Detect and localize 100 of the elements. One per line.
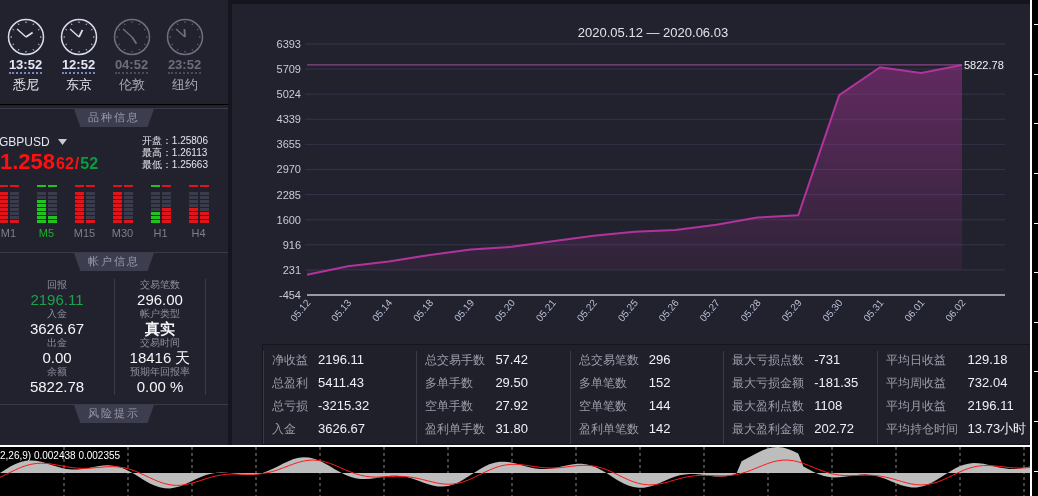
stat-value: 29.50 [495, 374, 529, 392]
stat-label: 多单手数 [425, 375, 475, 392]
stat-value: 296 [648, 351, 672, 369]
section-title: 品种信息 [74, 109, 154, 127]
stat-value: 129.18 [967, 351, 1009, 369]
stat-value: 152 [648, 374, 672, 392]
stat-value: 0.00 [42, 349, 72, 366]
stat-label: 入金 [47, 308, 67, 320]
y-axis-label: 5709 [276, 63, 301, 76]
stat-value: 142 [648, 420, 672, 438]
stat-label: 交易时间 [140, 337, 180, 349]
y-axis-label: 3655 [276, 138, 301, 151]
timeframe-tab[interactable]: M15 [73, 227, 96, 239]
timeframe-tab[interactable]: M5 [38, 227, 55, 239]
stat-value: 1108 [814, 397, 844, 415]
stat-value: 57.42 [495, 351, 529, 369]
stat-value: 296.00 [137, 291, 183, 308]
dropdown-caret-icon[interactable] [57, 139, 67, 145]
clock-time: 12:52 [61, 58, 96, 74]
quote-text: 最低：1.25663 [141, 159, 208, 171]
stat-label: 帐户类型 [140, 308, 180, 320]
stat-value: 27.92 [495, 397, 529, 415]
price-separator: / [74, 155, 80, 173]
stat-value: -3215.32 [318, 397, 371, 415]
stat-label: 余额 [47, 366, 67, 378]
stat-label: 净收益 [272, 352, 308, 369]
stat-label: 最大亏损点数 [732, 352, 805, 369]
ask-digits: 52 [80, 155, 99, 173]
bid-digits: 62 [56, 155, 74, 173]
chart-title: 2020.05.12 — 2020.06.03 [577, 25, 729, 40]
timeframe-tab[interactable]: M1 [0, 227, 17, 239]
symbol-name[interactable]: GBPUSD [0, 135, 50, 149]
stat-label: 预期年回报率 [130, 366, 190, 378]
stat-value: 2196.11 [318, 351, 366, 369]
clock-icon [165, 18, 204, 56]
timeframe-tab[interactable]: H4 [191, 227, 206, 239]
stat-label: 最大盈利金额 [732, 421, 805, 438]
stat-value: 3626.67 [29, 320, 85, 337]
stat-label: 出金 [47, 337, 67, 349]
stat-value: 5822.78 [29, 378, 85, 395]
y-axis-label: 2285 [276, 188, 301, 201]
section-title: 帐户信息 [74, 253, 154, 271]
price-main: 1.258 [0, 149, 56, 175]
stat-value: 732.04 [967, 374, 1009, 392]
stat-value: 13.73小时 [967, 420, 1028, 438]
clock-time: 23:52 [167, 58, 202, 74]
stat-label: 最大盈利点数 [732, 398, 805, 415]
stat-label: 入金 [272, 421, 297, 438]
y-axis-label: -454 [278, 289, 301, 301]
city-name: 纽约 [171, 76, 198, 94]
stat-value: 2196.11 [967, 397, 1015, 415]
clock-icon [59, 18, 98, 56]
clock-icon [112, 18, 151, 56]
stat-label: 盈利单笔数 [578, 421, 639, 438]
stat-label: 总交易笔数 [578, 352, 639, 369]
city-name: 悉尼 [12, 76, 39, 94]
city-name: 东京 [65, 76, 92, 94]
stat-label: 盈利单手数 [425, 421, 486, 438]
y-axis-label: 231 [282, 263, 301, 276]
stat-label: 交易笔数 [140, 279, 180, 291]
y-axis-label: 6393 [276, 38, 301, 50]
y-axis-label: 2970 [276, 163, 301, 176]
stat-label: 回报 [47, 279, 67, 291]
city-name: 伦敦 [118, 76, 145, 94]
stat-value: 2196.11 [30, 291, 84, 308]
stat-value: 3626.67 [318, 420, 366, 438]
clock-time: 13:52 [8, 58, 43, 74]
quote-text: 最高：1.26113 [141, 147, 208, 159]
stat-label: 总亏损 [272, 398, 308, 415]
y-axis-label: 5024 [276, 88, 301, 101]
stat-value: 0.00 % [136, 378, 184, 395]
stat-label: 空单笔数 [578, 398, 628, 415]
stat-value: 5411.43 [318, 374, 366, 392]
section-title: 风险提示 [74, 405, 154, 423]
stat-value: -181.35 [814, 374, 860, 392]
clock-icon [6, 18, 45, 56]
y-axis-label: 1600 [276, 213, 301, 226]
quote-text: 开盘：1.25806 [141, 135, 208, 147]
stat-value: 31.80 [495, 420, 529, 438]
stat-value: -731 [814, 351, 842, 369]
stat-label: 平均月收益 [885, 398, 947, 415]
stat-value: 真实 [145, 320, 175, 337]
y-axis-label: 4339 [276, 113, 301, 126]
indicator-label: 2,26,9) 0.002438 0.002355 [0, 450, 121, 461]
timeframe-tab[interactable]: H1 [153, 227, 168, 239]
clock-time: 04:52 [114, 58, 149, 74]
stat-label: 总盈利 [272, 375, 308, 392]
value-label: 5822.78 [964, 58, 1004, 71]
stat-value: 144 [648, 397, 672, 415]
y-axis-label: 916 [282, 238, 301, 251]
stat-label: 空单手数 [425, 398, 475, 415]
stat-label: 总交易手数 [425, 352, 486, 369]
stat-label: 平均持仓时间 [885, 421, 958, 438]
stat-value: 18416 天 [129, 349, 191, 366]
stat-label: 平均日收益 [885, 352, 947, 369]
stat-value: 202.72 [814, 420, 855, 438]
timeframe-tab[interactable]: M30 [111, 227, 134, 239]
stat-label: 平均周收益 [885, 375, 947, 392]
stat-label: 多单笔数 [578, 375, 628, 392]
stat-label: 最大亏损金额 [732, 375, 805, 392]
